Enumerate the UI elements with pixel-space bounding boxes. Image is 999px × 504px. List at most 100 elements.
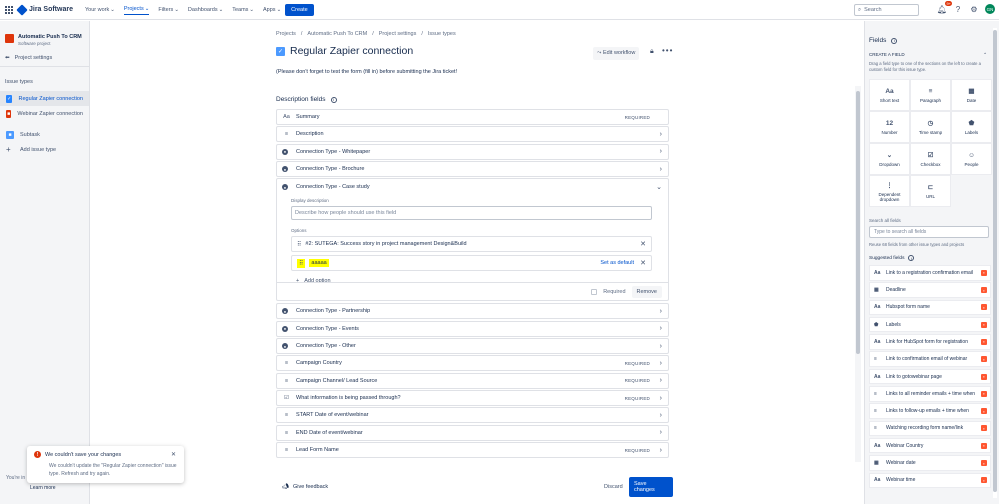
- chevron-right-icon[interactable]: ›: [660, 148, 662, 155]
- field-type-tile[interactable]: ≡ Paragraph: [910, 79, 951, 111]
- field-row[interactable]: Aa Summary REQUIRED: [276, 109, 669, 125]
- chevron-right-icon[interactable]: ›: [660, 412, 662, 419]
- search-fields-input[interactable]: Type to search all fields: [869, 226, 989, 238]
- breadcrumb-item[interactable]: Issue types: [428, 31, 456, 37]
- chevron-down-icon[interactable]: ⌄: [656, 183, 662, 191]
- remove-option-icon[interactable]: ✕: [640, 240, 646, 248]
- field-type-tile[interactable]: 12 Number: [869, 111, 910, 143]
- field-row[interactable]: ● Connection Type - Events ›: [276, 320, 669, 337]
- drag-handle-icon[interactable]: ⠿: [297, 258, 306, 268]
- nav-filters[interactable]: Filters ⌄: [158, 5, 179, 15]
- search-input[interactable]: ⌕ Search: [854, 4, 919, 16]
- suggested-field-row[interactable]: ≡ Links to all reminder emails + time whe…: [869, 386, 991, 402]
- sidebar-item-issue-type[interactable]: ■ Subtask: [0, 127, 89, 142]
- chevron-right-icon[interactable]: ›: [660, 447, 662, 454]
- chevron-right-icon[interactable]: ›: [660, 360, 662, 367]
- field-type-tile[interactable]: ⋮ Dependent dropdown: [869, 175, 910, 207]
- chevron-right-icon[interactable]: ›: [660, 131, 662, 138]
- field-type-tile[interactable]: ▦ Date: [951, 79, 992, 111]
- remove-option-icon[interactable]: ✕: [640, 259, 646, 267]
- learn-more-link[interactable]: Learn more: [30, 485, 56, 491]
- field-row[interactable]: ≡ Campaign Country REQUIRED ›: [276, 355, 669, 372]
- field-row[interactable]: ● Connection Type - Brochure ›: [276, 161, 669, 178]
- info-icon[interactable]: i: [908, 255, 915, 261]
- edit-workflow-button[interactable]: ⤳ Edit workflow: [593, 47, 640, 60]
- suggested-field-row[interactable]: ≡ Links to follow-up emails + time when ▪: [869, 403, 991, 419]
- breadcrumb-item[interactable]: Project settings: [379, 31, 417, 37]
- suggested-field-row[interactable]: Aa Webinar Country ▪: [869, 437, 991, 454]
- notifications-icon[interactable]: 🔔︎ 9+: [937, 1, 952, 14]
- field-type-tile[interactable]: ☺ People: [951, 143, 992, 175]
- suggested-field-row[interactable]: ⬟ Labels ▪: [869, 316, 991, 333]
- suggested-field-row[interactable]: Aa Link for HubSpot form for registration…: [869, 334, 991, 350]
- help-icon[interactable]: ?: [953, 4, 963, 14]
- suggested-field-row[interactable]: ≡ Watching recording form name/link ▪: [869, 420, 991, 437]
- expanded-field-header[interactable]: ● Connection Type - Case study ⌄: [277, 179, 668, 195]
- save-changes-button[interactable]: Save changes: [629, 477, 673, 497]
- option-2-text[interactable]: aaaaa: [309, 259, 329, 268]
- suggested-field-row[interactable]: Aa Webinar time ▪: [869, 472, 991, 489]
- nav-apps[interactable]: Apps ⌄: [263, 5, 281, 15]
- create-field-header[interactable]: CREATE A FIELD ⌃: [865, 44, 999, 58]
- chevron-right-icon[interactable]: ›: [660, 377, 662, 384]
- field-row[interactable]: ☑ What information is being passed throug…: [276, 390, 669, 407]
- field-type-tile[interactable]: ⊏ URL: [910, 175, 951, 207]
- option-row-2[interactable]: ⠿ aaaaa Set as default ✕: [291, 255, 652, 272]
- option-row-1[interactable]: ⠿ #2: SUTEGA: Success story in project m…: [291, 236, 652, 253]
- sidebar-item-issue-type[interactable]: ✓ Regular Zapier connection: [0, 91, 89, 106]
- nav-teams[interactable]: Teams ⌄: [232, 5, 254, 15]
- discard-button[interactable]: Discard: [604, 484, 623, 490]
- chevron-right-icon[interactable]: ›: [660, 166, 662, 173]
- suggested-field-row[interactable]: Aa Hubspot form name ▪: [869, 299, 991, 316]
- app-switcher-icon[interactable]: [5, 5, 13, 14]
- field-type-tile[interactable]: ⬟ Labels: [951, 111, 992, 143]
- settings-gear-icon[interactable]: ⚙: [969, 4, 979, 14]
- sidebar-item-issue-type[interactable]: ■ Webinar Zapier connection: [0, 106, 89, 121]
- field-type-tile[interactable]: ☑ Checkbox: [910, 143, 951, 175]
- field-row[interactable]: ● Connection Type - Other ›: [276, 338, 669, 355]
- user-avatar[interactable]: GN: [985, 4, 995, 14]
- chevron-right-icon[interactable]: ›: [660, 395, 662, 402]
- suggested-field-row[interactable]: ≡ Link to confirmation email of webinar ▪: [869, 351, 991, 367]
- suggested-field-row[interactable]: Aa Link to gotowebinar page ▪: [869, 368, 991, 385]
- suggested-field-row[interactable]: Aa Link to a registration confirmation em…: [869, 265, 991, 281]
- main-scrollbar[interactable]: [856, 91, 860, 354]
- field-type-tile[interactable]: Aa Short text: [869, 79, 910, 111]
- drag-handle-icon[interactable]: ⠿: [297, 241, 301, 248]
- field-row[interactable]: ≡ START Date of event/webinar ›: [276, 407, 669, 424]
- field-row[interactable]: ● Connection Type - Partnership ›: [276, 303, 669, 320]
- lock-icon[interactable]: 🔒︎: [650, 48, 654, 56]
- give-feedback-button[interactable]: 📣︎ Give feedback: [276, 484, 328, 490]
- field-type-tile[interactable]: ⌄ Dropdown: [869, 143, 910, 175]
- chevron-right-icon[interactable]: ›: [660, 325, 662, 332]
- chevron-right-icon[interactable]: ›: [660, 308, 662, 315]
- field-type-tile[interactable]: ◷ Time stamp: [910, 111, 951, 143]
- sidebar-item-issue-type[interactable]: + Add issue type: [0, 142, 89, 157]
- field-row[interactable]: ≡ END Date of event/webinar ›: [276, 424, 669, 441]
- field-row[interactable]: ≡ Description ›: [276, 126, 669, 143]
- nav-your-work[interactable]: Your work ⌄: [85, 5, 115, 15]
- suggested-field-row[interactable]: ▦ Deadline ▪: [869, 282, 991, 298]
- field-row[interactable]: ≡ Campaign Channel/ Lead Source REQUIRED ›: [276, 372, 669, 389]
- more-options-icon[interactable]: •••: [662, 46, 673, 55]
- fields-panel-scrollbar[interactable]: [993, 28, 997, 498]
- breadcrumb-item[interactable]: Projects: [276, 31, 296, 37]
- create-button[interactable]: Create: [285, 3, 314, 16]
- display-description-input[interactable]: Describe how people should use this fiel…: [291, 206, 652, 221]
- field-row[interactable]: ≡ Lead Form Name REQUIRED ›: [276, 442, 669, 459]
- info-icon[interactable]: i: [891, 37, 898, 44]
- chevron-right-icon[interactable]: ›: [660, 343, 662, 350]
- jira-logo[interactable]: Jira Software: [16, 3, 73, 16]
- nav-projects[interactable]: Projects ⌄: [123, 4, 150, 15]
- remove-button[interactable]: Remove: [631, 285, 662, 298]
- suggested-field-row[interactable]: ▦ Webinar date ▪: [869, 455, 991, 471]
- nav-dashboards[interactable]: Dashboards ⌄: [188, 5, 223, 15]
- field-row[interactable]: ● Connection Type - Whitepaper ›: [276, 143, 669, 160]
- required-checkbox[interactable]: [591, 288, 598, 295]
- chevron-up-icon[interactable]: ⌃: [983, 52, 987, 58]
- back-to-project-settings[interactable]: ⬅ Project settings: [0, 52, 89, 64]
- set-as-default-link[interactable]: Set as default: [600, 260, 634, 266]
- breadcrumb-item[interactable]: Automatic Push To CRM: [307, 31, 367, 37]
- toast-close-icon[interactable]: ✕: [171, 451, 176, 458]
- chevron-right-icon[interactable]: ›: [660, 429, 662, 436]
